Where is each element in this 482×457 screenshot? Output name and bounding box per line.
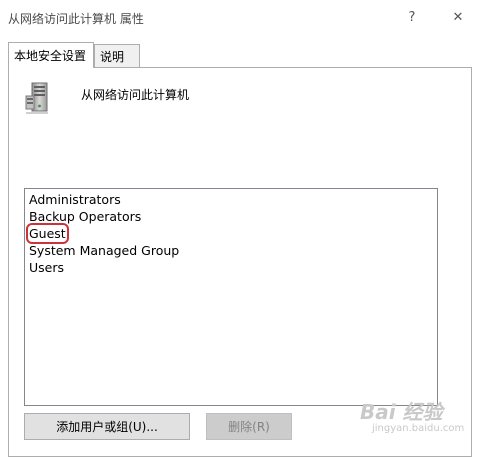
list-item-administrators[interactable]: Administrators bbox=[28, 191, 122, 208]
policy-name: 从网络访问此计算机 bbox=[81, 88, 190, 102]
tab-label: 本地安全设置 bbox=[14, 49, 87, 63]
help-button[interactable]: ? bbox=[395, 4, 429, 30]
close-icon: ✕ bbox=[452, 9, 464, 25]
list-item-users[interactable]: Users bbox=[28, 259, 65, 276]
window-title: 从网络访问此计算机 属性 bbox=[8, 12, 144, 26]
properties-dialog: 从网络访问此计算机 属性 ? ✕ 本地安全设置 说明 从网络访问此计算机 Adm… bbox=[0, 0, 482, 457]
list-item-backup-operators[interactable]: Backup Operators bbox=[28, 208, 142, 225]
tab-explain[interactable]: 说明 bbox=[94, 44, 140, 67]
help-icon: ? bbox=[408, 9, 416, 25]
tab-local-security-setting[interactable]: 本地安全设置 bbox=[8, 42, 94, 68]
tab-panel: 从网络访问此计算机 Administrators Backup Operator… bbox=[8, 67, 472, 457]
add-user-or-group-button[interactable]: 添加用户或组(U)... bbox=[24, 413, 190, 440]
list-item-system-managed-group[interactable]: System Managed Group bbox=[28, 242, 180, 259]
server-computer-icon bbox=[25, 82, 48, 114]
close-button[interactable]: ✕ bbox=[441, 4, 475, 30]
tab-label: 说明 bbox=[100, 49, 125, 64]
title-bar: 从网络访问此计算机 属性 ? ✕ bbox=[0, 0, 482, 34]
list-item-guest[interactable]: Guest bbox=[26, 223, 69, 244]
delete-button[interactable]: 删除(R) bbox=[206, 413, 292, 440]
members-listbox[interactable]: Administrators Backup Operators Guest Sy… bbox=[24, 188, 438, 406]
